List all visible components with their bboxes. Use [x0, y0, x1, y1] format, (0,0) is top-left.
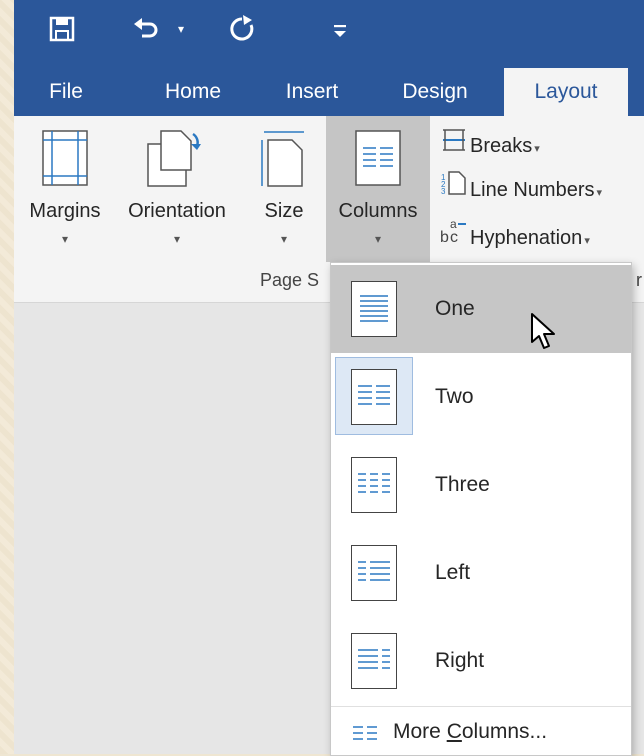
- svg-text:3: 3: [441, 187, 446, 196]
- two-columns-icon: [351, 369, 397, 425]
- chevron-down-icon: ▾: [280, 232, 288, 246]
- columns-icon: [355, 130, 401, 192]
- chevron-down-icon: ▾: [596, 187, 603, 199]
- chevron-down-icon: ▾: [173, 232, 181, 246]
- line-numbers-label: Line Numbers: [470, 179, 595, 201]
- columns-option-one[interactable]: One: [331, 265, 631, 353]
- chevron-down-icon: ▾: [374, 232, 382, 246]
- columns-button[interactable]: Columns ▾: [326, 116, 430, 262]
- tab-layout[interactable]: Layout: [504, 68, 628, 116]
- columns-option-two[interactable]: Two: [331, 353, 631, 441]
- redo-icon[interactable]: [228, 14, 256, 54]
- tab-file[interactable]: File: [14, 68, 118, 116]
- more-columns-label: More Columns...: [393, 709, 547, 755]
- tab-design[interactable]: Design: [380, 68, 490, 116]
- svg-text:a: a: [450, 217, 457, 231]
- columns-menu: One Two Three Left Right More Columns...: [330, 262, 632, 756]
- hyphenation-icon: bca: [438, 216, 470, 260]
- columns-option-label: Left: [435, 561, 471, 584]
- customize-icon[interactable]: [332, 14, 348, 54]
- undo-dropdown-icon[interactable]: ▾: [178, 22, 184, 36]
- quick-access-toolbar: ▾: [14, 0, 644, 68]
- tab-home[interactable]: Home: [138, 68, 248, 116]
- margins-icon: [42, 130, 88, 192]
- line-numbers-icon: 123: [438, 170, 470, 212]
- margins-label: Margins: [29, 200, 101, 222]
- columns-option-right[interactable]: Right: [331, 617, 631, 705]
- columns-option-label: One: [435, 297, 475, 320]
- one-column-icon: [351, 281, 397, 337]
- tab-insert[interactable]: Insert: [262, 68, 362, 116]
- breaks-button[interactable]: Breaks ▾: [438, 126, 540, 166]
- more-columns-icon: [353, 725, 379, 746]
- save-icon[interactable]: [48, 14, 76, 54]
- group-label-paragraph-partial: r: [636, 270, 642, 290]
- svg-text:b: b: [440, 229, 449, 244]
- chevron-down-icon: ▾: [534, 143, 540, 155]
- menu-divider: [331, 706, 631, 707]
- orientation-button[interactable]: Orientation ▾: [114, 116, 240, 262]
- hyphenation-label: Hyphenation: [470, 227, 583, 249]
- three-columns-icon: [351, 457, 397, 513]
- columns-option-label: Right: [435, 649, 485, 672]
- size-icon: [260, 130, 308, 194]
- size-button[interactable]: Size ▾: [246, 116, 322, 262]
- columns-label: Columns: [338, 200, 418, 222]
- more-columns-label-prefix: More: [393, 720, 447, 743]
- orientation-label: Orientation: [128, 200, 226, 222]
- margins-button[interactable]: Margins ▾: [18, 116, 112, 262]
- columns-option-left[interactable]: Left: [331, 529, 631, 617]
- size-label: Size: [264, 200, 304, 222]
- ribbon-tabs: File Home Insert Design Layout: [14, 68, 644, 116]
- right-column-icon: [351, 633, 397, 689]
- undo-icon[interactable]: [132, 14, 160, 54]
- more-columns-label-suffix: olumns...: [461, 720, 548, 743]
- columns-option-label: Two: [435, 385, 474, 408]
- columns-option-three[interactable]: Three: [331, 441, 631, 529]
- chevron-down-icon: ▾: [584, 235, 590, 247]
- orientation-icon: [147, 130, 207, 194]
- left-column-icon: [351, 545, 397, 601]
- svg-text:c: c: [450, 229, 458, 244]
- hyphenation-button[interactable]: bca Hyphenation ▾: [438, 216, 590, 256]
- breaks-icon: [438, 128, 470, 168]
- breaks-label: Breaks: [470, 135, 533, 157]
- group-label-page-setup: Page S: [260, 270, 320, 290]
- more-columns-accelerator: C: [446, 720, 462, 743]
- columns-option-label: Three: [435, 473, 490, 496]
- line-numbers-button[interactable]: 123 Line Numbers ▾: [438, 170, 602, 210]
- more-columns-item[interactable]: More Columns...: [331, 709, 631, 755]
- mouse-pointer-icon: [530, 312, 558, 357]
- chevron-down-icon: ▾: [61, 232, 69, 246]
